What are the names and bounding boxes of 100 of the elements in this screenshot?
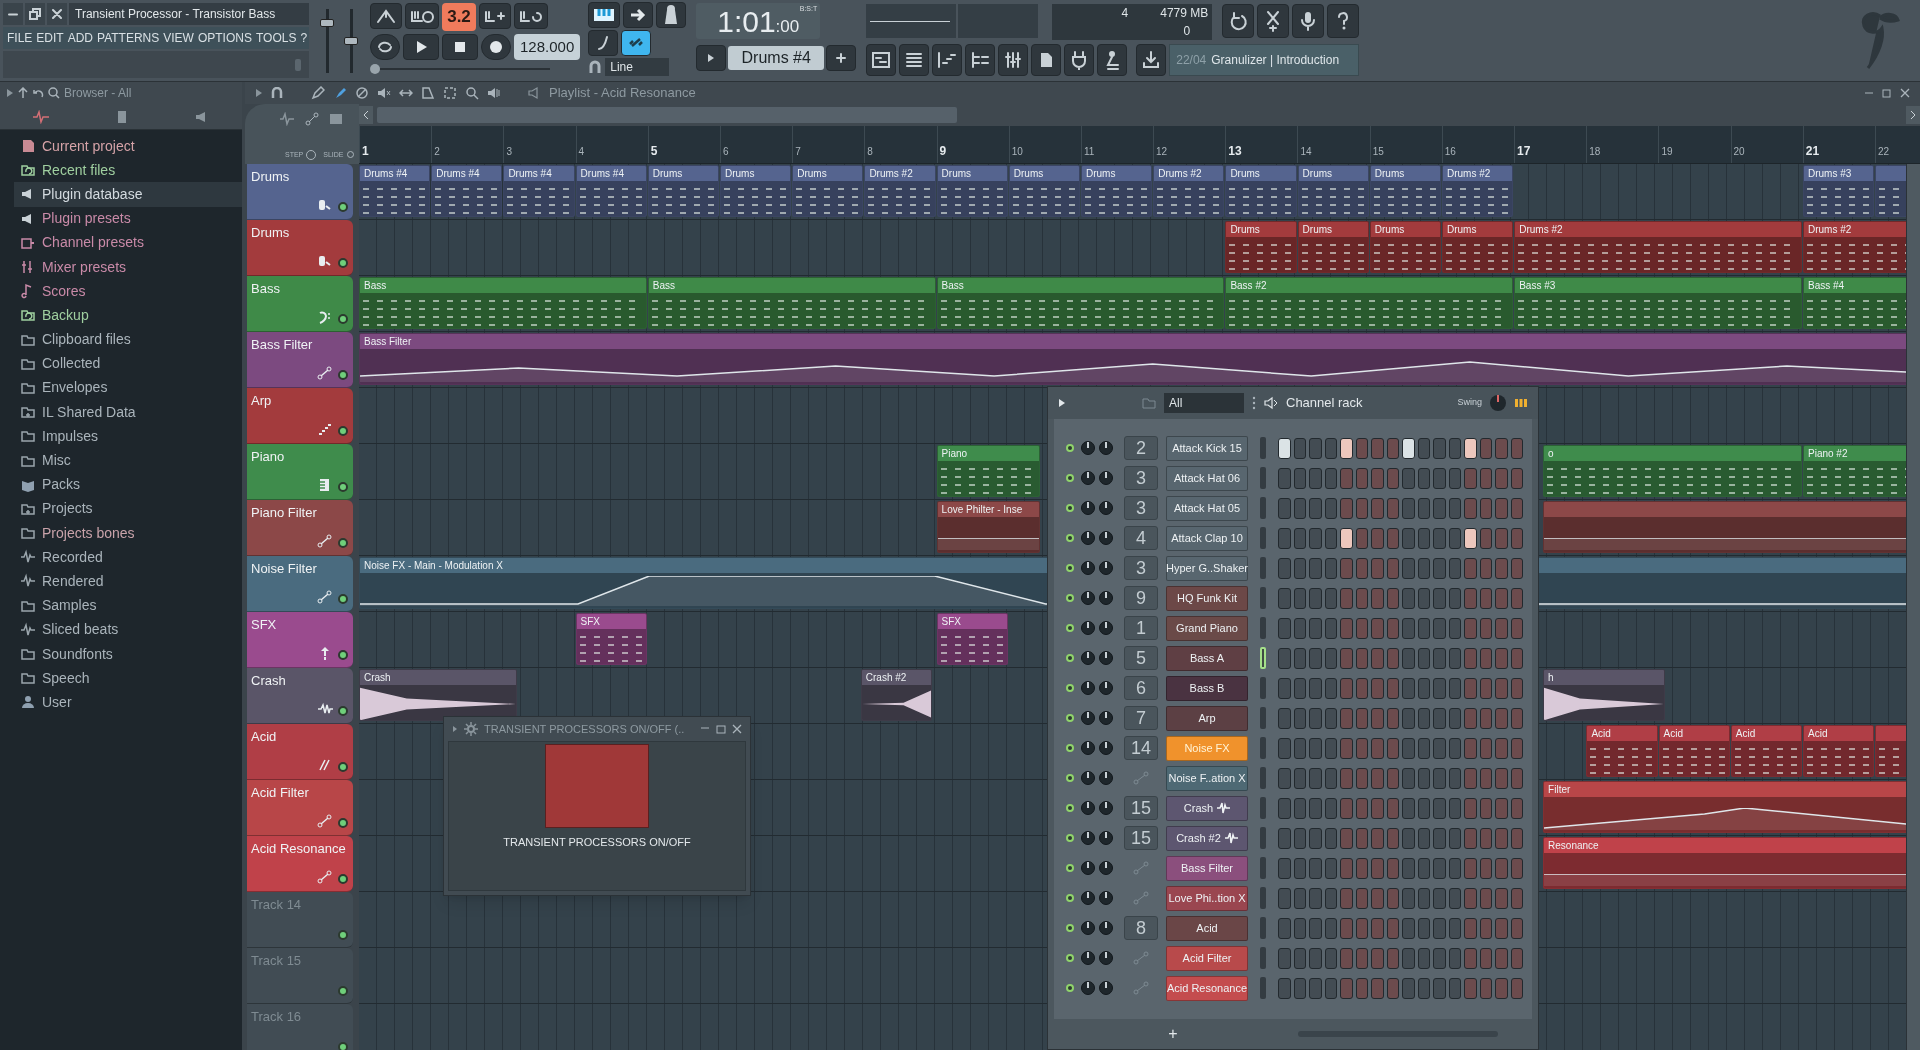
bar-number: 14: [1300, 146, 1312, 157]
transient-toggle-label: TRANSIENT PROCESSORS ON/OFF: [503, 835, 691, 850]
swing-label: Swing: [1457, 396, 1482, 410]
time-subvalue: :00: [775, 16, 800, 38]
browser-item-label: Rendered: [42, 571, 104, 591]
track-name: Track 15: [251, 952, 302, 970]
polyphony-value: 0: [1182, 23, 1192, 40]
clip-label: Drums #4: [436, 167, 480, 181]
window-title: Transient Processor - Transistor Bass: [69, 3, 309, 25]
playlist-title: Playlist - Acid Resonance: [549, 84, 696, 103]
clip-label: Acid: [1663, 727, 1684, 741]
clip-label: h: [1548, 671, 1554, 685]
browser-item-label: Recent files: [42, 160, 116, 180]
clip-label: Drums #3: [1808, 167, 1852, 181]
browser-item-label: Packs: [42, 475, 81, 495]
bar-number: 18: [1589, 146, 1601, 157]
track-name: Track 16: [251, 1008, 302, 1026]
bar-number: 13: [1228, 144, 1242, 158]
clip-label: Bass: [941, 279, 964, 293]
clip-label: Drums: [1013, 167, 1044, 181]
clip-label: Drums: [1447, 223, 1477, 237]
browser-item-label: Soundfonts: [42, 644, 113, 664]
clip-label: Drums: [1302, 223, 1333, 237]
clip-label: Bass #4: [1808, 279, 1845, 293]
bar-number: 17: [1517, 144, 1531, 158]
clip-label: Drums #2: [1808, 223, 1852, 237]
browser-item-label: IL Shared Data: [42, 402, 136, 422]
track-name: Drums: [251, 168, 290, 186]
news-title: Granulizer | Introduction: [1211, 52, 1340, 69]
bar-number: 10: [1011, 146, 1023, 157]
bar-number: 9: [939, 144, 947, 158]
browser-item-label: Envelopes: [42, 378, 108, 398]
browser-item-label: Backup: [42, 305, 89, 325]
track-name: Drums: [251, 224, 290, 242]
bar-number: 8: [867, 146, 873, 157]
clip-label: Drums #2: [869, 167, 913, 181]
cpu-value: 4: [1120, 5, 1130, 22]
clip-label: Drums #4: [508, 167, 552, 181]
track-name: SFX: [251, 616, 277, 634]
clip-label: Crash: [364, 671, 391, 685]
bar-number: 6: [722, 146, 729, 157]
bar-number: 3: [506, 146, 512, 157]
bar-number: 16: [1444, 146, 1456, 157]
clip-label: Drums #2: [1447, 167, 1491, 181]
bar-number: 15: [1372, 146, 1384, 157]
bar-number: 4: [578, 146, 585, 157]
track-name: Bass Filter: [251, 336, 313, 354]
clip-label: Bass: [652, 279, 676, 293]
clip-label: o: [1548, 447, 1554, 461]
clip-label: Bass: [364, 279, 387, 293]
bar-number: 7: [795, 146, 801, 157]
track-name: Piano Filter: [251, 504, 317, 522]
browser-item-label: Misc: [42, 451, 71, 471]
browser-item-label: Projects bones: [42, 523, 135, 543]
clip-label: Drums: [725, 167, 755, 181]
browser-item-label: Collected: [42, 354, 101, 374]
bar-number: 21: [1805, 144, 1820, 158]
track-name: Track 14: [251, 896, 302, 914]
track-name: Acid Filter: [251, 784, 309, 802]
clip-label: Drums: [797, 167, 827, 181]
browser-item-label: Samples: [42, 596, 97, 616]
clip-label: Filter: [1548, 783, 1571, 797]
bar-number: 11: [1083, 146, 1095, 157]
track-name: Arp: [251, 392, 272, 410]
bar-number: 12: [1156, 146, 1168, 157]
clip-label: Piano #2: [1808, 447, 1848, 461]
browser-item-label: Sliced beats: [42, 620, 119, 640]
clip-label: Drums #4: [580, 167, 624, 181]
browser-item-label: Plugin presets: [42, 209, 131, 229]
browser-item-label: Clipboard files: [42, 330, 131, 350]
browser-item-label: Recorded: [42, 547, 103, 567]
track-name: Piano: [251, 448, 285, 466]
bar-number: 1: [362, 144, 369, 158]
clip-label: SFX: [580, 615, 601, 629]
browser-item-label: Speech: [42, 668, 90, 688]
clip-label: Drums: [652, 167, 683, 181]
clip-label: Drums #2: [1519, 223, 1563, 237]
track-name: Bass: [251, 280, 280, 298]
clip-label: Acid: [1735, 727, 1756, 741]
browser-item-label: Current project: [42, 136, 135, 156]
clip-label: Drums: [1086, 167, 1116, 181]
clip-label: Drums: [1230, 167, 1260, 181]
channel-rack-title: Channel rack: [1286, 394, 1363, 413]
browser-item-label: Channel presets: [42, 233, 144, 253]
bar-number: 20: [1733, 146, 1745, 157]
browser-item-label: Scores: [42, 281, 86, 301]
clip-label: Acid: [1591, 727, 1611, 741]
clip-label: Resonance: [1548, 839, 1599, 853]
clip-label: Drums: [1374, 167, 1405, 181]
memory-value: 4779 MB: [1159, 5, 1209, 22]
browser-item-label: Projects: [42, 499, 93, 519]
clip-label: Noise FX - Main - Modulation X: [364, 559, 503, 573]
browser-item-label: Plugin database: [42, 184, 143, 204]
clip-label: Bass Filter: [364, 335, 412, 349]
browser-title: Browser - All: [64, 85, 132, 102]
clip-label: Bass #3: [1519, 279, 1556, 293]
plugin-window-title: TRANSIENT PROCESSORS ON/OFF (..: [484, 721, 685, 737]
bar-number: 22: [1877, 146, 1890, 157]
clip-label: Drums: [1230, 223, 1260, 237]
clip-label: Drums #4: [364, 167, 408, 181]
